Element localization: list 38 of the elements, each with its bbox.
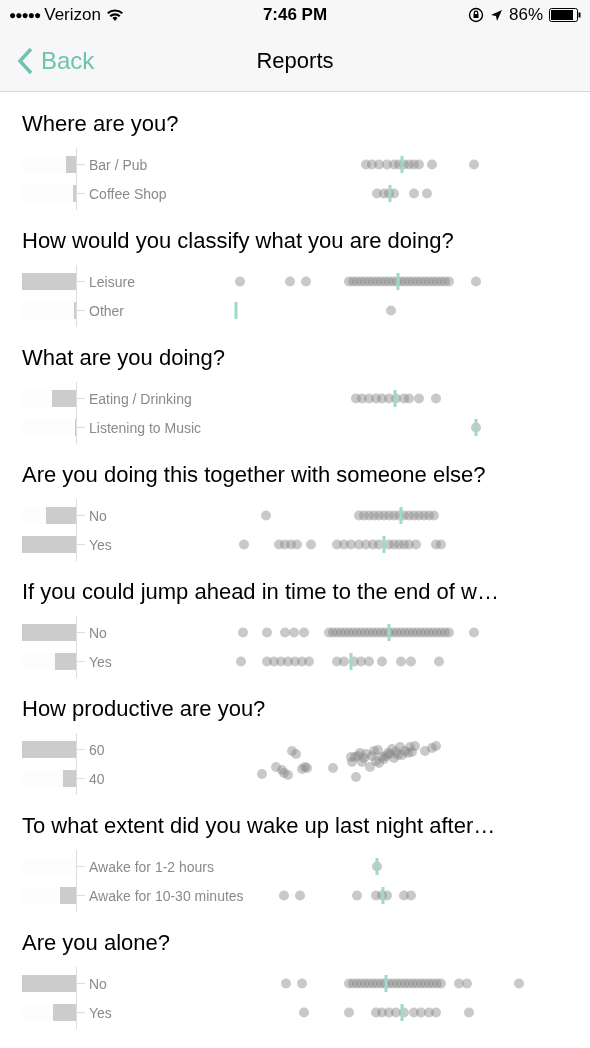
answer-label: No — [89, 974, 107, 993]
dot-strip-drawing — [372, 858, 382, 875]
answer-label: Leisure — [89, 272, 135, 291]
answer-label: Awake for 1-2 hours — [89, 857, 215, 876]
answer-label: Awake for 10-30 minutes — [89, 886, 244, 905]
question-heading: How productive are you? — [21, 695, 267, 723]
back-button[interactable]: Back — [0, 42, 95, 79]
location-arrow-icon — [489, 8, 503, 22]
battery-icon — [549, 8, 581, 22]
screen-title: Reports — [256, 47, 334, 75]
wifi-icon — [106, 9, 123, 21]
question-heading: If you could jump ahead in time to the end of w… — [21, 578, 500, 606]
question-heading: Are you alone? — [21, 929, 171, 957]
answer-label: 60 — [89, 740, 105, 759]
question-heading: Are you doing this together with someone else? — [21, 461, 487, 489]
answer-label: Yes — [89, 535, 112, 554]
answer-label: 40 — [89, 769, 105, 788]
signal-strength: ●●●●● — [9, 7, 41, 24]
answer-label: Yes — [89, 1003, 112, 1022]
battery-percent: 86% — [508, 4, 543, 27]
dot-strip-drawing — [471, 419, 481, 436]
answer-label: No — [89, 623, 107, 642]
question-heading: Where are you? — [21, 110, 180, 138]
question-heading: To what extent did you wake up last night after… — [21, 812, 497, 840]
rotation-lock-icon — [467, 7, 484, 23]
answer-label: No — [89, 506, 107, 525]
dot-strip-drawing — [372, 185, 432, 202]
answer-label: Eating / Drinking — [89, 389, 192, 408]
answer-label: Listening to Music — [89, 418, 202, 437]
question-heading: How would you classify what you are doing? — [21, 227, 455, 255]
question-heading: What are you doing? — [21, 344, 227, 372]
answer-label: Bar / Pub — [89, 155, 148, 174]
answer-label: Other — [89, 301, 124, 320]
carrier-name: Verizon — [44, 4, 101, 27]
answer-label: Yes — [89, 652, 112, 671]
chevron-left-icon — [17, 46, 33, 75]
clock-time: 7:46 PM — [262, 4, 328, 27]
answer-label: Coffee Shop — [89, 184, 167, 203]
